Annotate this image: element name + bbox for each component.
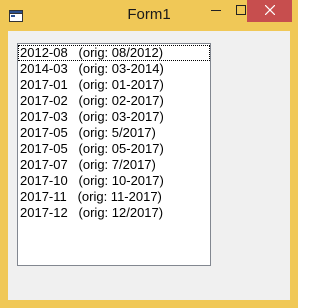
- list-item[interactable]: 2017-05 (orig: 5/2017): [18, 125, 210, 141]
- list-item[interactable]: 2017-01 (orig: 01-2017): [18, 77, 210, 93]
- list-item[interactable]: 2017-11 (orig: 11-2017): [18, 189, 210, 205]
- close-button[interactable]: [247, 0, 292, 22]
- client-area: 2012-08 (orig: 08/2012) 2014-03 (orig: 0…: [8, 31, 290, 300]
- list-item[interactable]: 2017-12 (orig: 12/2017): [18, 205, 210, 221]
- close-icon: [264, 2, 275, 20]
- list-item[interactable]: 2012-08 (orig: 08/2012): [18, 45, 210, 61]
- list-item[interactable]: 2014-03 (orig: 03-2014): [18, 61, 210, 77]
- list-item[interactable]: 2017-02 (orig: 02-2017): [18, 93, 210, 109]
- list-item[interactable]: 2017-05 (orig: 05-2017): [18, 141, 210, 157]
- list-item[interactable]: 2017-03 (orig: 03-2017): [18, 109, 210, 125]
- minimize-icon: [211, 2, 221, 20]
- form-window: Form1 2012-08 (orig: 08/2012) 2014-03 (o…: [0, 0, 298, 308]
- maximize-icon: [236, 2, 246, 20]
- list-item[interactable]: 2017-07 (orig: 7/2017): [18, 157, 210, 173]
- date-listbox[interactable]: 2012-08 (orig: 08/2012) 2014-03 (orig: 0…: [17, 43, 211, 266]
- title-bar[interactable]: Form1: [0, 0, 298, 31]
- list-item[interactable]: 2017-10 (orig: 10-2017): [18, 173, 210, 189]
